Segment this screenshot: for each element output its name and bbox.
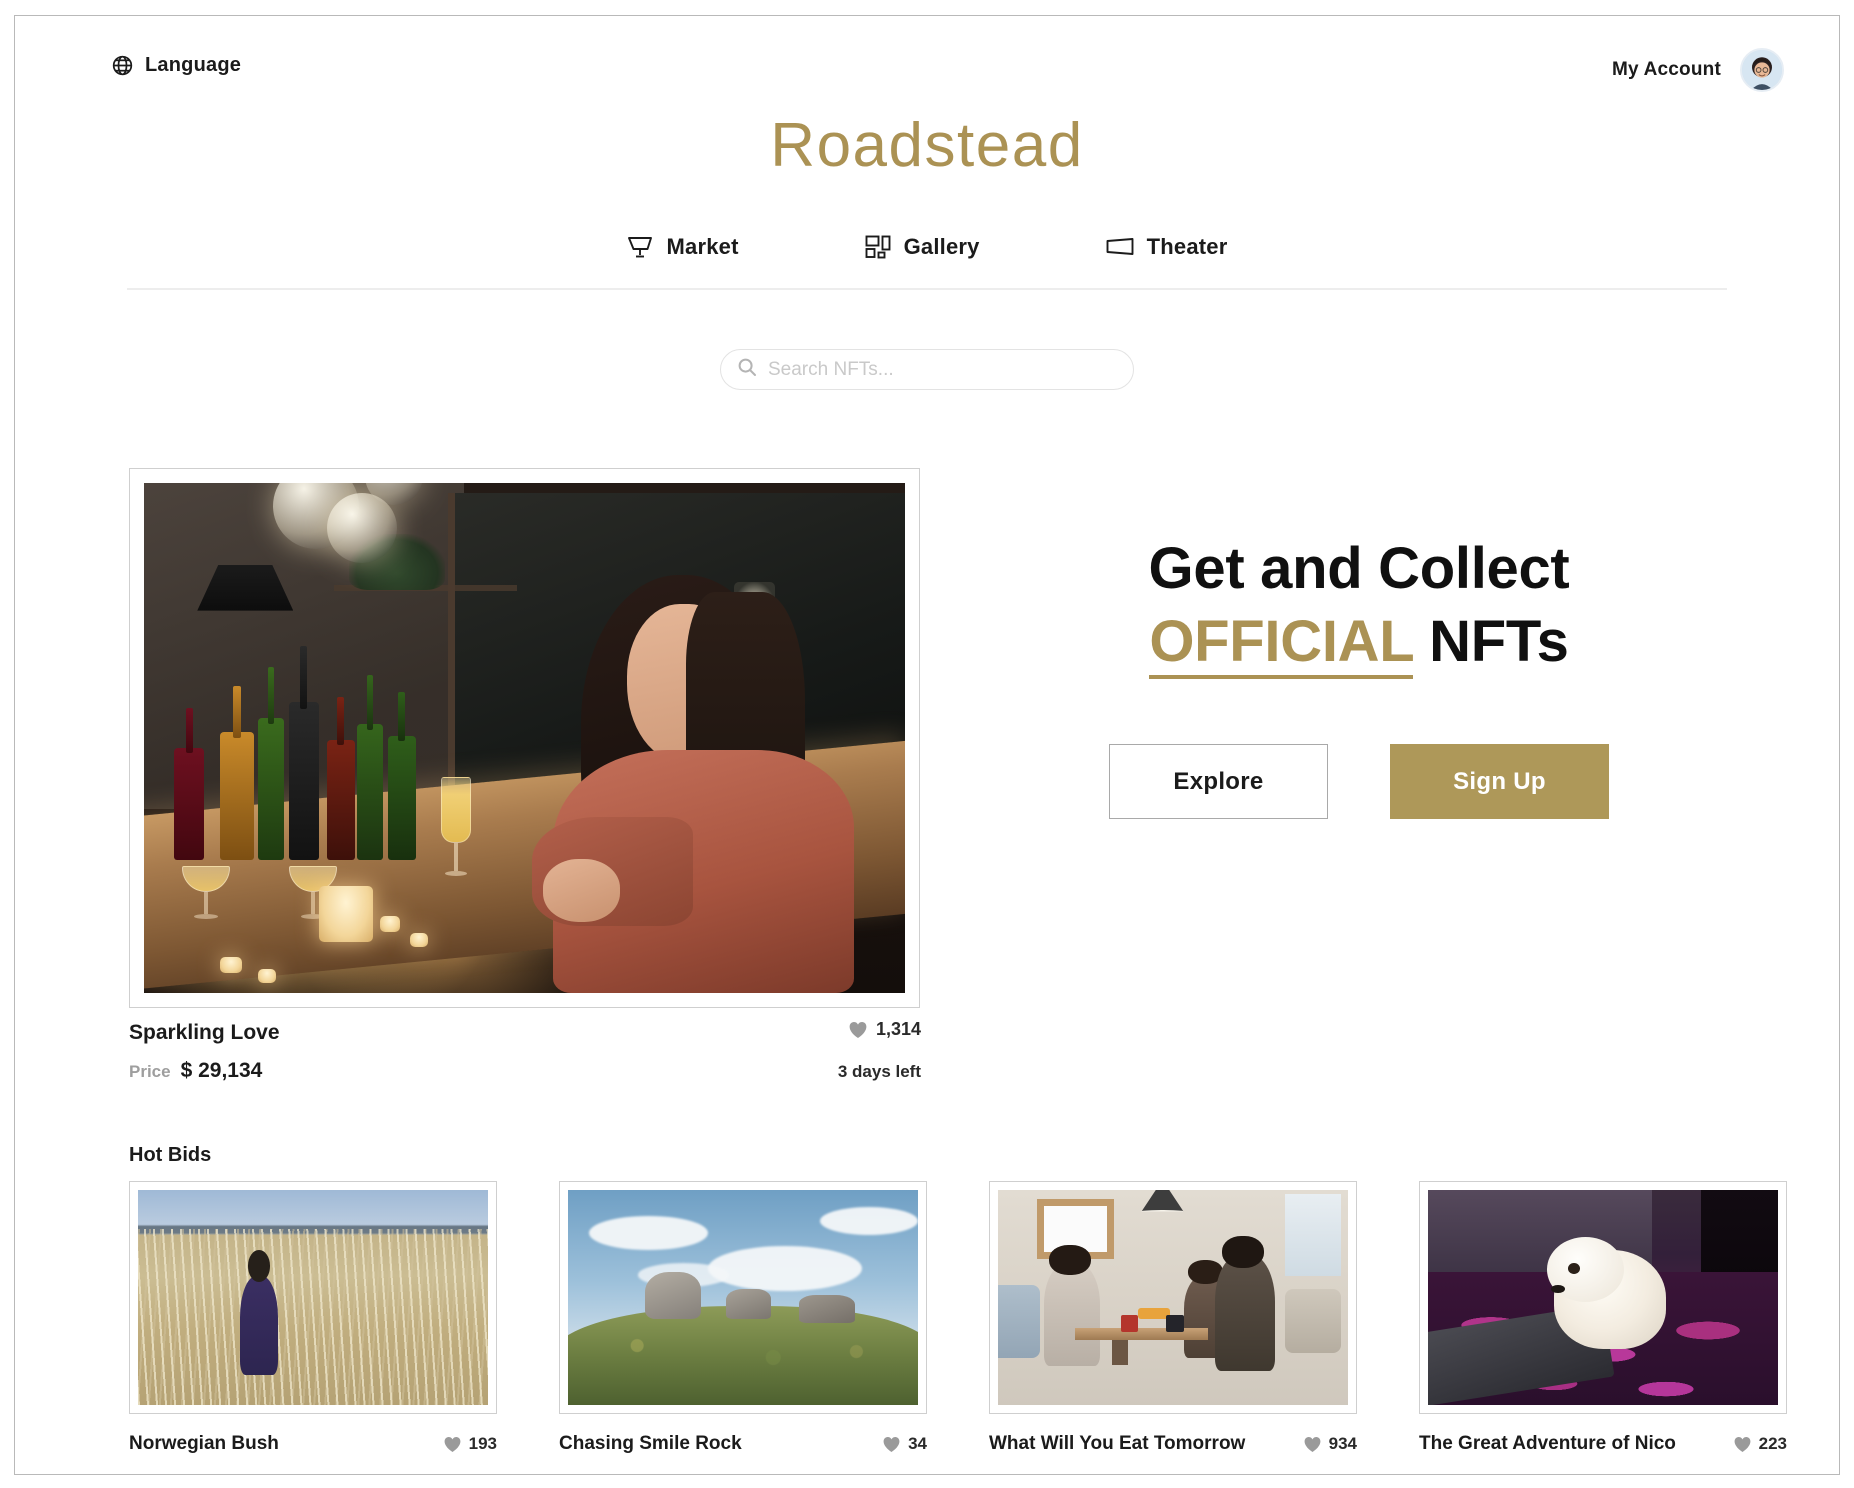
bid-like-counter[interactable]: 223 [1733,1434,1787,1454]
main-navigation: Market Gallery Theater [15,234,1839,260]
bid-like-counter[interactable]: 34 [882,1434,927,1454]
search-box[interactable] [720,349,1134,390]
nav-label-market: Market [666,234,738,260]
hot-bids-heading: Hot Bids [129,1144,211,1167]
language-selector[interactable]: Language [111,54,241,77]
nav-label-gallery: Gallery [904,234,980,260]
heart-icon [1733,1436,1752,1453]
bid-image-the-great-adventure-of-nico [1428,1190,1778,1405]
account-label: My Account [1612,59,1721,81]
my-account-button[interactable]: My Account [1612,48,1784,92]
bid-meta: What Will You Eat Tomorrow 934 [989,1433,1357,1455]
bid-image-chasing-smile-rock [568,1190,918,1405]
cart-icon [626,234,654,260]
utility-bar: Language My Account [15,16,1839,98]
bid-like-counter[interactable]: 934 [1303,1434,1357,1454]
list-item[interactable]: Chasing Smile Rock 34 [559,1181,927,1455]
bid-meta: Chasing Smile Rock 34 [559,1433,927,1455]
price-value: $ 29,134 [181,1059,263,1083]
featured-like-count: 1,314 [876,1019,921,1040]
nav-item-market[interactable]: Market [626,234,738,260]
featured-like-counter[interactable]: 1,314 [848,1019,921,1040]
price-label: Price [129,1062,171,1082]
hero-buttons: Explore Sign Up [1009,744,1709,819]
list-item[interactable]: Norwegian Bush 193 [129,1181,497,1455]
featured-title-row: Sparkling Love 1,314 [129,1019,921,1045]
sign-up-button[interactable]: Sign Up [1390,744,1609,819]
featured-price-row: Price $ 29,134 3 days left [129,1059,921,1083]
search-icon [737,357,757,382]
heart-icon [882,1436,901,1453]
featured-nft-card[interactable] [129,468,920,1008]
hero-headline-highlight: OFFICIAL [1149,609,1413,679]
globe-icon [111,54,134,77]
nav-item-theater[interactable]: Theater [1105,234,1228,260]
nav-item-gallery[interactable]: Gallery [864,234,980,260]
heart-icon [848,1021,868,1039]
featured-nft-image [144,483,905,993]
hero-copy: Get and Collect OFFICIAL NFTs Explore Si… [1009,532,1709,819]
bid-like-count: 223 [1759,1434,1787,1454]
bid-title: The Great Adventure of Nico [1419,1433,1676,1455]
bid-title: What Will You Eat Tomorrow [989,1433,1245,1455]
featured-price-group: Price $ 29,134 [129,1059,262,1083]
bid-like-count: 193 [469,1434,497,1454]
bid-like-count: 34 [908,1434,927,1454]
search-bar-container [15,349,1839,390]
bid-like-counter[interactable]: 193 [443,1434,497,1454]
hero-section: Get and Collect OFFICIAL NFTs Explore Si… [129,468,1729,948]
featured-title: Sparkling Love [129,1021,280,1045]
bid-title: Norwegian Bush [129,1433,279,1455]
bid-image-what-will-you-eat-tomorrow [998,1190,1348,1405]
bid-image-frame [989,1181,1357,1414]
nav-divider [127,288,1727,290]
heart-icon [443,1436,462,1453]
bid-image-frame [559,1181,927,1414]
brand-logo[interactable]: Roadstead [15,110,1839,181]
bid-meta: The Great Adventure of Nico 223 [1419,1433,1787,1455]
featured-time-left: 3 days left [838,1062,921,1082]
list-item[interactable]: What Will You Eat Tomorrow 934 [989,1181,1357,1455]
grid-icon [864,234,892,260]
heart-icon [1303,1436,1322,1453]
hero-headline-line2: OFFICIAL NFTs [1009,605,1709,678]
language-label: Language [145,54,241,77]
featured-nft-meta: Sparkling Love 1,314 Price $ 29,134 3 da… [129,1019,921,1083]
search-input[interactable] [768,359,1117,381]
bid-image-frame [129,1181,497,1414]
bid-title: Chasing Smile Rock [559,1433,742,1455]
explore-button[interactable]: Explore [1109,744,1328,819]
bid-meta: Norwegian Bush 193 [129,1433,497,1455]
bid-image-frame [1419,1181,1787,1414]
nav-label-theater: Theater [1147,234,1228,260]
screen-icon [1105,236,1135,258]
hero-headline-rest: NFTs [1413,609,1568,674]
list-item[interactable]: The Great Adventure of Nico 223 [1419,1181,1787,1455]
bid-image-norwegian-bush [138,1190,488,1405]
bid-like-count: 934 [1329,1434,1357,1454]
browser-page-frame: Language My Account Roadstead [14,15,1840,1475]
hero-headline-line1: Get and Collect [1009,532,1709,605]
hot-bids-list: Norwegian Bush 193 [129,1181,1729,1455]
avatar[interactable] [1740,48,1784,92]
